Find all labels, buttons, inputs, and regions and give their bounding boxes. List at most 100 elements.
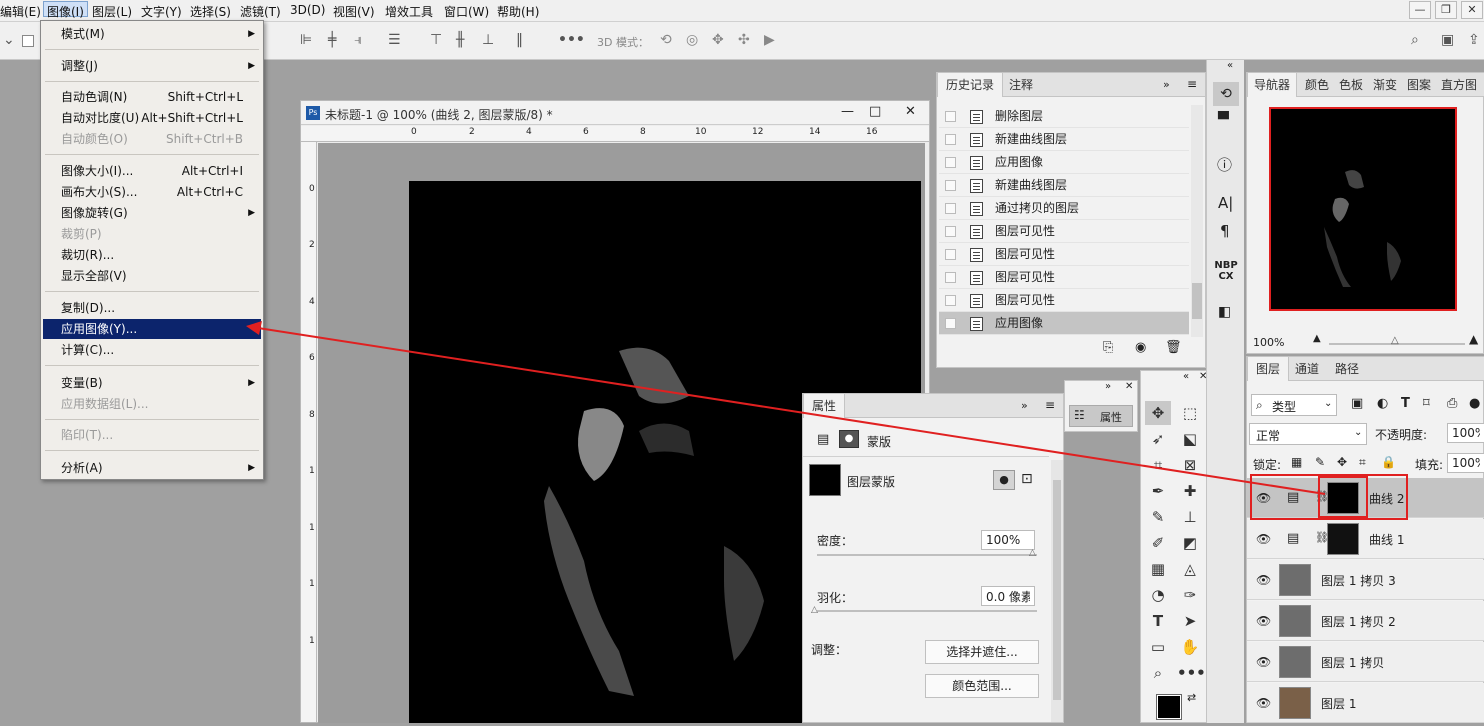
tab-swatches[interactable]: 色板: [1333, 73, 1369, 97]
search-icon[interactable]: ⌕: [1411, 32, 1419, 48]
eraser-tool-icon[interactable]: ◩: [1177, 531, 1203, 555]
adjustment-icon[interactable]: ▤: [817, 432, 829, 447]
collapse-icon[interactable]: »: [1105, 381, 1111, 392]
tab-layers[interactable]: 图层: [1247, 357, 1290, 381]
foreground-color-swatch[interactable]: [1156, 694, 1182, 720]
vector-mask-icon[interactable]: ⊡: [1021, 471, 1033, 487]
history-item-current[interactable]: 应用图像: [939, 312, 1189, 335]
menu-item-reveal-all[interactable]: 显示全部(V): [43, 266, 261, 286]
snapshot-checkbox[interactable]: [945, 134, 956, 145]
align-top-icon[interactable]: ⊤: [430, 32, 442, 48]
snapshot-checkbox[interactable]: [945, 249, 956, 260]
feather-slider-handle[interactable]: △: [811, 605, 818, 615]
layer-thumbnail[interactable]: [1279, 605, 1311, 637]
tab-paths[interactable]: 路径: [1327, 357, 1367, 381]
collapse-icon[interactable]: «: [1227, 60, 1233, 71]
history-item[interactable]: 新建曲线图层: [939, 174, 1189, 197]
tab-patterns[interactable]: 图案: [1401, 73, 1437, 97]
stamp-tool-icon[interactable]: ⊥: [1177, 505, 1203, 529]
trash-icon[interactable]: 🗑: [1165, 340, 1182, 355]
filter-smart-object-icon[interactable]: ⎙: [1447, 396, 1457, 411]
layer-mask-thumbnail[interactable]: [1327, 523, 1359, 555]
filter-shape-icon[interactable]: ⌑: [1423, 396, 1430, 411]
share-icon[interactable]: ⇪: [1468, 32, 1480, 48]
menu-item-analysis[interactable]: 分析(A) ▶: [43, 458, 261, 478]
menu-select[interactable]: 选择(S): [190, 3, 231, 19]
new-document-from-state-icon[interactable]: ⎘: [1103, 340, 1113, 355]
move-tool-icon[interactable]: ✥: [1145, 401, 1171, 425]
align-hcenter-icon[interactable]: ╪: [328, 32, 336, 48]
swap-colors-icon[interactable]: ⇄: [1187, 691, 1196, 704]
tab-history[interactable]: 历史记录: [937, 73, 1004, 97]
eye-icon[interactable]: 👁: [1256, 614, 1271, 628]
history-item[interactable]: 图层可见性: [939, 243, 1189, 266]
scrollbar-thumb[interactable]: [1053, 480, 1061, 700]
menu-item-mode[interactable]: 模式(M) ▶: [43, 24, 261, 44]
document-title-bar[interactable]: Ps 未标题-1 @ 100% (曲线 2, 图层蒙版/8) * — □ ✕: [301, 101, 929, 125]
layer-name[interactable]: 图层 1: [1321, 695, 1356, 712]
path-select-tool-icon[interactable]: ➤: [1177, 609, 1203, 633]
pixel-mask-icon[interactable]: ●: [993, 470, 1015, 490]
layer-row[interactable]: 👁 图层 1 拷贝 3: [1247, 560, 1484, 600]
glyphs-icon[interactable]: NBP CX: [1214, 260, 1238, 282]
3d-pan-icon[interactable]: ✥: [712, 32, 724, 48]
lock-position-icon[interactable]: ✥: [1337, 455, 1347, 469]
eye-icon[interactable]: 👁: [1256, 573, 1271, 587]
layer-row[interactable]: 👁 图层 1 拷贝 2: [1247, 601, 1484, 641]
camera-icon[interactable]: ◉: [1135, 340, 1146, 355]
filter-pixel-icon[interactable]: ▣: [1351, 396, 1363, 411]
mask-icon[interactable]: ●: [839, 430, 859, 448]
color-range-button[interactable]: 颜色范围...: [925, 674, 1039, 698]
dodge-tool-icon[interactable]: ◔: [1145, 583, 1171, 607]
layer-name[interactable]: 曲线 1: [1369, 531, 1404, 548]
menu-item-canvas-size[interactable]: 画布大小(S)... Alt+Ctrl+C: [43, 182, 261, 202]
history-item[interactable]: 通过拷贝的图层: [939, 197, 1189, 220]
doc-restore-icon[interactable]: □: [869, 104, 881, 119]
blur-tool-icon[interactable]: ◬: [1177, 557, 1203, 581]
snapshot-checkbox[interactable]: [945, 295, 956, 306]
zoom-tool-icon[interactable]: ⌕: [1145, 661, 1171, 685]
lock-all-icon[interactable]: 🔒: [1381, 455, 1396, 469]
menu-item-image-size[interactable]: 图像大小(I)... Alt+Ctrl+I: [43, 161, 261, 181]
workspace-icon[interactable]: ▣: [1441, 32, 1454, 48]
align-vcenter-icon[interactable]: ╫: [456, 32, 464, 48]
menu-view[interactable]: 视图(V): [333, 3, 375, 19]
3d-roll-icon[interactable]: ◎: [686, 32, 698, 48]
navigator-view-box[interactable]: [1269, 107, 1457, 311]
menu-item-trim[interactable]: 裁切(R)...: [43, 245, 261, 265]
properties-scrollbar[interactable]: [1051, 460, 1063, 722]
menu-item-calculations[interactable]: 计算(C)...: [43, 340, 261, 360]
history-item[interactable]: 新建曲线图层: [939, 128, 1189, 151]
close-icon[interactable]: ✕: [1125, 381, 1133, 392]
distribute-icon[interactable]: ☰: [388, 32, 401, 48]
healing-tool-icon[interactable]: ✚: [1177, 479, 1203, 503]
menu-plugins[interactable]: 增效工具: [385, 3, 433, 19]
eye-icon[interactable]: 👁: [1256, 532, 1271, 546]
filter-adjustment-icon[interactable]: ◐: [1377, 396, 1388, 411]
3d-orbit-icon[interactable]: ⟲: [660, 32, 672, 48]
lock-transparent-icon[interactable]: ▦: [1291, 455, 1302, 469]
chevron-down-icon[interactable]: ⌄: [3, 32, 15, 48]
quick-select-tool-icon[interactable]: ⬕: [1177, 427, 1203, 451]
history-item[interactable]: 删除图层: [939, 105, 1189, 128]
tab-notes[interactable]: 注释: [1001, 73, 1041, 97]
character-icon[interactable]: A|: [1218, 194, 1233, 212]
menu-help[interactable]: 帮助(H): [497, 3, 539, 19]
menu-item-variables[interactable]: 变量(B) ▶: [43, 373, 261, 393]
history-panel-icon[interactable]: ⟲: [1213, 82, 1239, 106]
menu-layer[interactable]: 图层(L): [92, 3, 132, 19]
layer-name[interactable]: 图层 1 拷贝 3: [1321, 572, 1396, 589]
filter-type-icon[interactable]: T: [1401, 396, 1410, 411]
layer-row[interactable]: 👁 ▤ ⛓ 曲线 1: [1247, 519, 1484, 559]
menu-item-apply-image[interactable]: 应用图像(Y)...: [43, 319, 261, 339]
history-item[interactable]: 图层可见性: [939, 220, 1189, 243]
more-tools-icon[interactable]: •••: [1177, 661, 1206, 685]
align-bottom-icon[interactable]: ⊥: [482, 32, 494, 48]
snapshot-checkbox[interactable]: [945, 157, 956, 168]
menu-item-adjustments[interactable]: 调整(J) ▶: [43, 56, 261, 76]
panel-menu-icon[interactable]: ≡: [1045, 398, 1055, 412]
select-and-mask-button[interactable]: 选择并遮住...: [925, 640, 1039, 664]
layer-name[interactable]: 图层 1 拷贝 2: [1321, 613, 1396, 630]
collapse-icon[interactable]: »: [1021, 399, 1028, 412]
zoom-slider-handle[interactable]: △: [1391, 335, 1399, 346]
